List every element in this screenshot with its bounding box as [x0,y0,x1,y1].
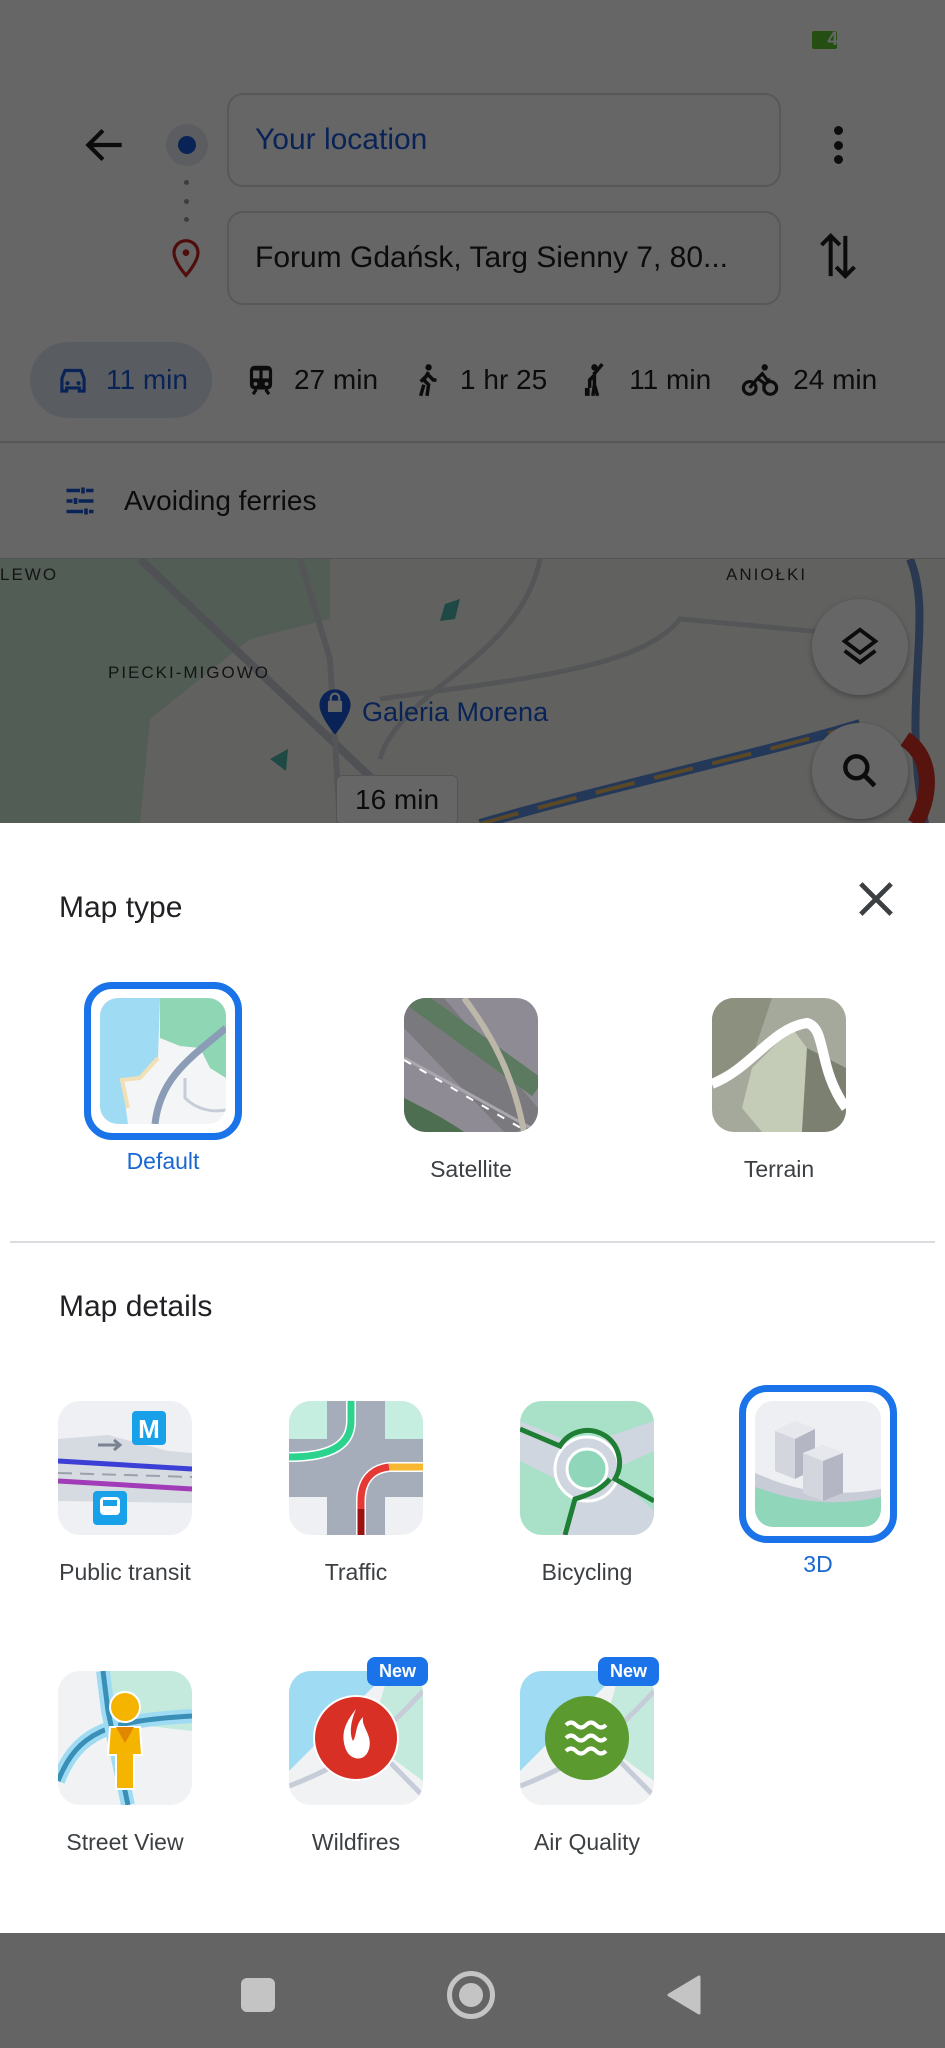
detail-air-quality[interactable]: New Air Quality [502,1657,672,1856]
wildfires-thumbnail [289,1671,423,1805]
map-type-terrain[interactable]: Terrain [694,998,864,1183]
bicycling-thumbnail [520,1401,654,1535]
new-badge: New [598,1657,660,1686]
system-nav-bar [0,1933,945,2048]
home-inner-icon [459,1983,483,2007]
map-type-label: Satellite [430,1156,512,1182]
home-button[interactable] [447,1971,495,2019]
map-layers-sheet: Map type Default Satellite Terrain Map d… [0,823,945,1933]
map-type-label: Default [126,1148,200,1174]
detail-bicycling[interactable]: Bicycling [502,1401,672,1586]
satellite-map-thumbnail [404,998,538,1132]
air-quality-thumbnail [520,1671,654,1805]
map-detail-label: Street View [66,1829,184,1855]
map-type-satellite[interactable]: Satellite [386,998,556,1183]
detail-wildfires[interactable]: New Wildfires [271,1657,441,1856]
svg-text:M: M [138,1414,160,1444]
detail-public-transit[interactable]: M Public transit [40,1401,210,1586]
street-view-thumbnail [58,1671,192,1805]
map-type-label: Terrain [743,1156,815,1182]
map-detail-label: Traffic [324,1559,388,1585]
close-icon[interactable] [850,873,902,925]
map-detail-label: 3D [803,1551,833,1577]
map-detail-label: Wildfires [311,1829,401,1855]
transit-thumbnail: M [58,1401,192,1535]
back-button[interactable] [665,1975,701,2015]
traffic-thumbnail [289,1401,423,1535]
map-detail-label: Bicycling [541,1559,633,1585]
section-divider [10,1241,935,1243]
new-badge: New [367,1657,429,1686]
map-type-title: Map type [59,891,183,924]
terrain-map-thumbnail [712,998,846,1132]
detail-traffic[interactable]: Traffic [271,1401,441,1586]
default-map-thumbnail [100,998,226,1124]
map-details-title: Map details [59,1290,213,1323]
3d-thumbnail [755,1401,881,1527]
map-detail-label: Public transit [59,1559,191,1585]
detail-3d[interactable]: 3D [733,1385,903,1578]
map-detail-label: Air Quality [533,1829,641,1855]
recents-button[interactable] [241,1978,275,2012]
detail-street-view[interactable]: Street View [40,1671,210,1856]
map-type-default[interactable]: Default [78,982,248,1175]
